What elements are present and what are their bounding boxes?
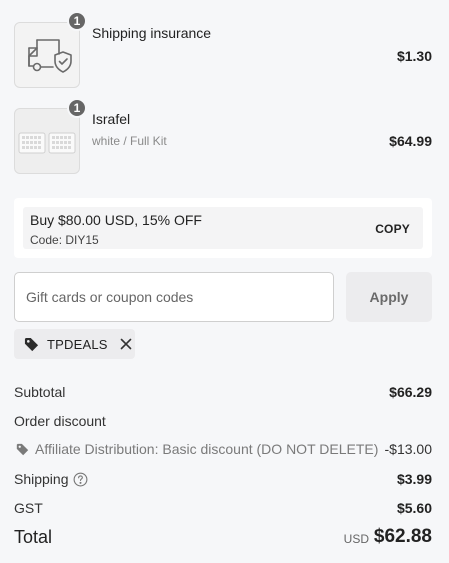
offer-code: Code: DIY15	[30, 233, 99, 247]
total-label: Total	[14, 527, 53, 547]
tag-label: TPDEALS	[47, 336, 108, 352]
order-discount-label: Order discount	[14, 413, 106, 429]
tag-icon	[24, 337, 39, 352]
close-icon[interactable]	[120, 338, 132, 350]
apply-button[interactable]: Apply	[346, 272, 432, 322]
copy-code-button[interactable]: COPY	[375, 222, 410, 236]
item-name: Shipping insurance	[92, 25, 212, 41]
offer-inner: Buy $80.00 USD, 15% OFF Code: DIY15 COPY	[23, 207, 423, 249]
total-currency: USD	[343, 532, 369, 546]
item-price: $64.99	[389, 133, 432, 149]
coupon-input[interactable]	[14, 272, 334, 322]
discount-name: Affiliate Distribution: Basic discount (…	[35, 441, 379, 457]
shipping-insurance-thumbnail	[14, 22, 80, 88]
total-value: $62.88	[373, 526, 432, 547]
subtotal-value: $66.29	[389, 384, 432, 400]
shipping-label: Shipping	[14, 471, 69, 487]
shipping-row-label: Shipping	[14, 471, 88, 487]
item-name: Israfel	[92, 111, 131, 127]
offer-card: Buy $80.00 USD, 15% OFF Code: DIY15 COPY	[14, 198, 432, 258]
gst-label: GST	[14, 500, 43, 516]
item-variant: white / Full Kit	[92, 134, 167, 148]
subtotal-label: Subtotal	[14, 384, 66, 400]
gst-value: $5.60	[396, 500, 432, 516]
quantity-badge: 1	[67, 98, 87, 118]
shipping-value: $3.99	[396, 471, 432, 487]
help-icon[interactable]	[73, 472, 88, 487]
offer-title: Buy $80.00 USD, 15% OFF	[30, 212, 202, 228]
shipping-truck-shield-icon	[28, 39, 72, 73]
product-image	[18, 132, 76, 154]
discount-value: -$13.00	[384, 441, 432, 457]
item-price: $1.30	[396, 48, 432, 64]
product-thumbnail	[14, 108, 80, 174]
applied-discount-tag: TPDEALS	[14, 329, 135, 359]
tag-icon	[16, 443, 29, 456]
quantity-badge: 1	[67, 11, 87, 31]
discount-line: Affiliate Distribution: Basic discount (…	[16, 441, 378, 457]
